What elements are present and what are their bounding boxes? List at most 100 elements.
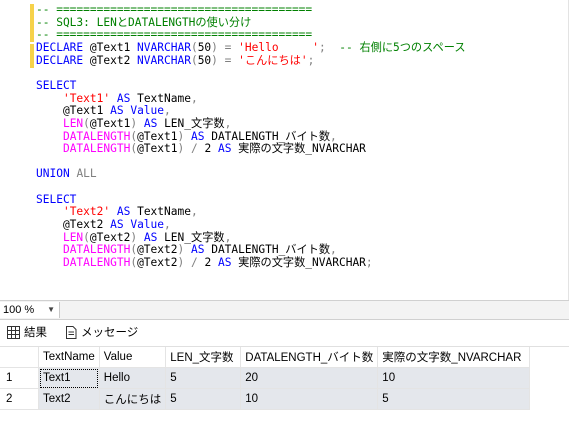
code-token: -- 右側に5つのスペース [339, 40, 466, 54]
code-token: AS [110, 218, 124, 232]
code-token: AS [217, 142, 232, 156]
table-cell[interactable]: 5 [165, 388, 242, 410]
code-token: 'Text2' [62, 205, 111, 219]
editor-statusbar: 100 % ▼ [0, 300, 569, 320]
tab-results[interactable]: 結果 [7, 324, 47, 342]
column-header[interactable]: LEN_文字数 [165, 347, 242, 368]
code-token: LEN [62, 230, 84, 244]
row-number[interactable]: 2 [0, 388, 39, 410]
code-line[interactable]: DATALENGTH(@Text1) / 2 AS 実際の文字数_NVARCHA… [36, 142, 366, 156]
code-token: @Text2 [36, 218, 111, 232]
code-token: DATALENGTH_バイト数 [204, 243, 331, 257]
code-token: , [330, 243, 337, 257]
tab-messages-label: メッセージ [81, 327, 139, 339]
code-token: TextName [130, 205, 191, 219]
code-token: -- =====================================… [36, 28, 313, 42]
code-token: ALL [76, 167, 97, 181]
code-token: AS [143, 116, 158, 130]
code-token: 2 [197, 142, 218, 156]
code-token: / [190, 142, 198, 156]
results-tabs: 結果 メッセージ [0, 320, 569, 346]
code-token: , [164, 104, 171, 118]
code-line[interactable]: DECLARE @Text2 NVARCHAR(50) = 'こんにちは'; [36, 54, 314, 68]
zoom-dropdown[interactable]: 100 % ▼ [0, 302, 60, 318]
code-token: @Text1 [137, 142, 178, 156]
column-header[interactable]: Value [99, 347, 167, 368]
tab-results-label: 結果 [24, 327, 47, 339]
code-token: Value [130, 104, 165, 118]
code-token: LEN_文字数 [157, 116, 225, 130]
row-number[interactable]: 1 [0, 367, 39, 389]
message-icon [66, 326, 77, 339]
code-token: ( [190, 53, 198, 67]
code-token: AS [190, 129, 205, 143]
code-token: AS [190, 243, 205, 257]
column-header[interactable]: 実際の文字数_NVARCHAR [377, 347, 531, 368]
code-token: @Text1 [89, 116, 131, 130]
code-token: 'Hello ' [238, 40, 319, 54]
code-token: , [224, 116, 232, 130]
code-token: 実際の文字数_NVARCHAR [231, 142, 366, 156]
header-row: TextName Value LEN_文字数 DATALENGTH_バイト数 実… [0, 347, 531, 368]
code-token: @Text1 [36, 104, 111, 118]
code-token: / [190, 256, 198, 269]
code-token: LEN_文字数 [157, 230, 225, 244]
table-cell[interactable]: Hello [99, 367, 167, 389]
column-header[interactable]: DATALENGTH_バイト数 [240, 347, 379, 368]
column-header[interactable]: TextName [38, 347, 100, 368]
code-token: UNION [36, 167, 70, 181]
code-token: DATALENGTH_バイト数 [204, 129, 331, 143]
grid-icon [7, 326, 20, 339]
code-line[interactable]: DATALENGTH(@Text2) / 2 AS 実際の文字数_NVARCHA… [36, 256, 373, 270]
code-token: , [164, 218, 171, 232]
table-cell[interactable]: 5 [165, 367, 242, 389]
sql-editor[interactable]: -- =====================================… [0, 0, 569, 300]
code-line[interactable]: UNION ALL [36, 167, 97, 181]
code-token: 'こんにちは' [238, 53, 308, 67]
code-token: DECLARE [36, 40, 84, 54]
table-cell[interactable]: こんにちは [99, 388, 167, 410]
code-token: -- =====================================… [36, 3, 313, 16]
code-token: AS [217, 256, 232, 269]
code-token: 'Text1' [62, 91, 111, 105]
tab-messages[interactable]: メッセージ [65, 324, 138, 342]
table-row[interactable]: 2 Text2 こんにちは 5 10 5 [0, 388, 531, 410]
table-cell[interactable]: 10 [240, 388, 379, 410]
code-token: NVARCHAR [137, 53, 191, 67]
code-token: AS [110, 104, 124, 118]
code-token: ) [211, 53, 218, 67]
chevron-down-icon: ▼ [47, 305, 55, 314]
code-token: , [190, 91, 198, 105]
table-row[interactable]: 1 Text1 Hello 5 20 10 [0, 367, 531, 389]
code-token: , [190, 205, 198, 219]
zoom-level: 100 % [3, 304, 35, 316]
table-cell[interactable]: 20 [240, 367, 379, 389]
change-marker [30, 4, 34, 42]
code-token: @Text1 [137, 129, 178, 143]
table-cell[interactable]: 5 [377, 388, 531, 410]
code-token: , [224, 230, 232, 244]
table-cell[interactable]: Text1 [38, 367, 100, 389]
code-token: Value [130, 218, 165, 232]
table-cell[interactable]: Text2 [38, 388, 100, 410]
code-token: DATALENGTH [62, 243, 131, 257]
results-table: TextName Value LEN_文字数 DATALENGTH_バイト数 実… [0, 347, 531, 410]
table-cell[interactable]: 10 [377, 367, 531, 389]
code-token: 50 [197, 53, 212, 67]
results-grid[interactable]: TextName Value LEN_文字数 DATALENGTH_バイト数 実… [0, 346, 569, 426]
